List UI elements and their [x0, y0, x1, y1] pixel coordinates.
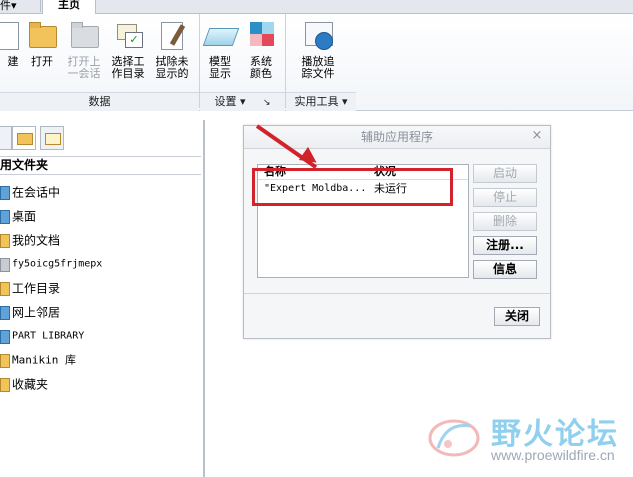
watermark-logo-icon	[428, 419, 480, 457]
info-button[interactable]: 信息	[473, 260, 537, 279]
system-colors-label: 系统 颜色	[250, 55, 272, 80]
ribbon-tab-strip: 件▾ 主页	[0, 0, 633, 14]
working-dir-icon	[0, 281, 10, 296]
system-colors-button[interactable]: 系统 颜色	[241, 20, 281, 80]
open-button[interactable]: 打开	[22, 20, 62, 68]
play-trail-file-button[interactable]: 播放追 踪文件	[298, 20, 338, 80]
favorites-folder-icon	[0, 377, 10, 392]
network-icon	[0, 305, 10, 320]
select-working-dir-button[interactable]: ✓ 选择工 作目录	[108, 20, 148, 80]
close-button[interactable]: 关闭	[494, 307, 540, 326]
tab-home[interactable]: 主页	[42, 0, 96, 14]
settings-launcher-icon[interactable]: ↘	[263, 98, 271, 108]
open-folder-icon	[25, 20, 59, 50]
folder-item-favorites[interactable]: 收藏夹	[0, 374, 48, 394]
settings-group-menu[interactable]: 设置 ▾	[214, 95, 245, 108]
open-last-session-label: 打开上 一会话	[67, 55, 101, 80]
register-button[interactable]: 注册...	[473, 236, 537, 255]
model-display-icon	[202, 20, 240, 50]
erase-icon	[155, 20, 189, 50]
navigator-tab-favorites[interactable]	[40, 126, 64, 150]
working-dir-icon: ✓	[111, 20, 145, 50]
play-trail-file-label: 播放追 踪文件	[301, 55, 335, 80]
common-folders-header: 用文件夹	[0, 156, 201, 175]
folder-item-desktop[interactable]: 桌面	[0, 206, 36, 226]
erase-not-displayed-button[interactable]: 拭除未 显示的	[152, 20, 192, 80]
tab-file[interactable]: 件▾	[0, 0, 41, 12]
watermark-url: www.proewildfire.cn	[491, 447, 615, 463]
new-file-icon	[0, 20, 23, 50]
group-label-utilities[interactable]: 实用工具 ▾	[286, 92, 356, 111]
documents-folder-icon	[0, 233, 10, 248]
play-trail-icon	[301, 20, 335, 50]
highlight-box	[252, 168, 453, 206]
system-colors-icon	[244, 20, 278, 50]
select-working-dir-label: 选择工 作目录	[111, 55, 145, 80]
ribbon: 建 打开 打开上 一会话 ✓ 选择工 作目录 拭除未 显示的 模型 显示 系统 …	[0, 14, 633, 111]
delete-button[interactable]: 删除	[473, 212, 537, 231]
folder-item-network[interactable]: 网上邻居	[0, 302, 60, 322]
group-label-settings[interactable]: 设置 ▾ ↘	[200, 92, 285, 111]
library-icon	[0, 329, 10, 344]
folder-item-manikin-library[interactable]: Manikin 库	[0, 350, 76, 370]
folder-icon	[0, 353, 10, 368]
navigator-tab-model-tree[interactable]	[0, 126, 12, 150]
folder-browser-panel: 用文件夹 在会话中 桌面 我的文档 fy5oicg5frjmepx 工作目录 网…	[0, 120, 205, 477]
folder-item-computer[interactable]: fy5oicg5frjmepx	[0, 254, 102, 274]
dialog-separator	[244, 293, 550, 294]
folder-item-working-dir[interactable]: 工作目录	[0, 278, 60, 298]
group-label-data: 数据	[0, 92, 199, 111]
start-button[interactable]: 启动	[473, 164, 537, 183]
stop-button[interactable]: 停止	[473, 188, 537, 207]
folder-item-my-documents[interactable]: 我的文档	[0, 230, 60, 250]
dialog-title: 辅助应用程序	[244, 126, 550, 149]
session-icon	[0, 185, 10, 200]
dialog-close-icon[interactable]: ×	[530, 128, 544, 144]
open-last-session-icon	[67, 20, 101, 50]
desktop-icon	[0, 209, 10, 224]
open-last-session-button[interactable]: 打开上 一会话	[64, 20, 104, 80]
model-display-label: 模型 显示	[209, 55, 231, 80]
folder-item-part-library[interactable]: PART LIBRARY	[0, 326, 84, 346]
navigator-tabs	[0, 126, 120, 152]
auxiliary-applications-dialog: 辅助应用程序 × 名称 状况 "Expert Moldba... 未运行 启动 …	[243, 125, 551, 339]
computer-icon	[0, 257, 10, 272]
model-display-button[interactable]: 模型 显示	[200, 20, 240, 80]
erase-not-displayed-label: 拭除未 显示的	[155, 55, 189, 80]
navigator-tab-folders[interactable]	[12, 126, 36, 150]
folder-item-in-session[interactable]: 在会话中	[0, 182, 60, 202]
